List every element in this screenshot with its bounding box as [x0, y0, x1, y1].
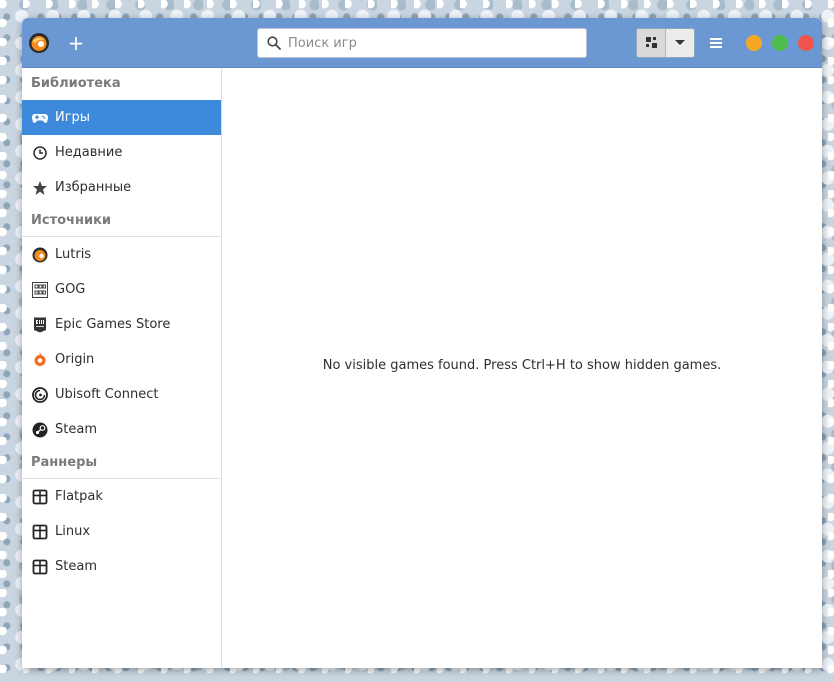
- gamepad-icon: [32, 114, 48, 123]
- sidebar-item-label: Игры: [55, 110, 91, 125]
- sidebar-item-label: Origin: [55, 352, 95, 367]
- sidebar-item-origin[interactable]: Origin: [22, 342, 221, 377]
- search-input[interactable]: [288, 29, 578, 57]
- grid-view-button[interactable]: [637, 29, 666, 57]
- add-game-button[interactable]: +: [64, 31, 88, 55]
- package-icon: [32, 489, 48, 505]
- lutris-logo-icon[interactable]: [28, 32, 50, 54]
- chevron-down-icon: [675, 40, 685, 45]
- header-bar: +: [22, 18, 822, 68]
- grid-icon: [646, 37, 657, 48]
- minimize-button[interactable]: [746, 35, 762, 51]
- sidebar-item-gog[interactable]: GOG: [22, 272, 221, 307]
- gog-icon: [32, 282, 48, 298]
- close-button[interactable]: [798, 35, 814, 51]
- maximize-button[interactable]: [772, 35, 788, 51]
- clock-icon: [33, 146, 47, 160]
- view-toggle: [636, 28, 695, 58]
- sidebar-item-label: GOG: [55, 282, 86, 297]
- sidebar: Библиотека Игры Недавние Избранные Источ…: [22, 68, 222, 668]
- sidebar-item-games[interactable]: Игры: [22, 100, 221, 135]
- game-view: No visible games found. Press Ctrl+H to …: [222, 68, 822, 668]
- sidebar-item-label: Flatpak: [55, 489, 103, 504]
- view-options-dropdown[interactable]: [666, 29, 694, 57]
- sidebar-item-epic[interactable]: Epic Games Store: [22, 307, 221, 342]
- ubisoft-icon: [32, 387, 48, 403]
- epic-icon: [34, 317, 46, 333]
- sidebar-item-label: Epic Games Store: [55, 317, 171, 332]
- sidebar-item-label: Steam: [55, 422, 97, 437]
- origin-icon: [34, 352, 46, 366]
- empty-state-message: No visible games found. Press Ctrl+H to …: [322, 358, 722, 373]
- lutris-window: + Поиск игр Библиотека Игры Недавние Изб…: [22, 18, 822, 668]
- sidebar-item-flatpak[interactable]: Flatpak: [22, 479, 221, 514]
- sidebar-item-label: Ubisoft Connect: [55, 387, 159, 402]
- hamburger-menu-icon[interactable]: [706, 33, 726, 53]
- section-title-sources: Источники: [31, 213, 111, 228]
- sidebar-item-lutris[interactable]: Lutris: [22, 237, 221, 272]
- sidebar-item-ubisoft[interactable]: Ubisoft Connect: [22, 377, 221, 412]
- sidebar-item-label: Linux: [55, 524, 91, 539]
- section-title-runners: Раннеры: [31, 455, 98, 470]
- section-title-library: Библиотека: [31, 76, 121, 91]
- sidebar-item-label: Избранные: [55, 180, 132, 195]
- steam-icon: [32, 422, 48, 438]
- star-icon: [33, 181, 47, 195]
- sidebar-item-recent[interactable]: Недавние: [22, 135, 221, 170]
- package-icon: [32, 559, 48, 575]
- sidebar-item-label: Недавние: [55, 145, 123, 160]
- search-icon: [267, 36, 281, 50]
- package-icon: [32, 524, 48, 540]
- lutris-icon: [32, 247, 48, 263]
- sidebar-item-linux[interactable]: Linux: [22, 514, 221, 549]
- sidebar-item-label: Lutris: [55, 247, 92, 262]
- sidebar-item-favorites[interactable]: Избранные: [22, 170, 221, 205]
- sidebar-item-steam-runner[interactable]: Steam: [22, 549, 221, 584]
- search-box[interactable]: [257, 28, 587, 58]
- sidebar-item-label: Steam: [55, 559, 97, 574]
- sidebar-item-steam-source[interactable]: Steam: [22, 412, 221, 447]
